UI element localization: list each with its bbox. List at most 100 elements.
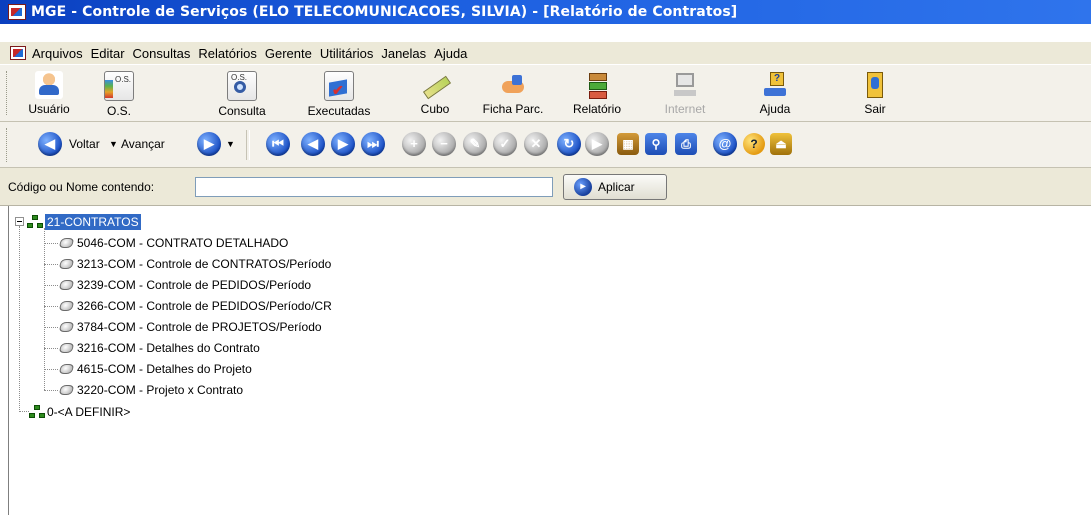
help-network-icon: ? xyxy=(761,71,789,99)
email-icon[interactable]: @ xyxy=(713,132,737,156)
tree-connector xyxy=(44,228,45,390)
report-shell-icon xyxy=(57,257,75,271)
sair-button[interactable]: Sair xyxy=(840,69,910,119)
search-icon[interactable]: ⚲ xyxy=(645,133,667,155)
tree-connector xyxy=(44,285,58,286)
tree-node-report[interactable]: 3216-COM - Detalhes do Contrato xyxy=(57,338,260,358)
filter-input[interactable] xyxy=(195,177,553,197)
next-record-icon[interactable]: ▶ xyxy=(331,132,355,156)
menu-bar: Arquivos Editar Consultas Relatórios Ger… xyxy=(0,42,1091,64)
tree-node-label: 3213-COM - Controle de CONTRATOS/Período xyxy=(77,257,332,271)
first-record-icon[interactable]: ⏮ xyxy=(266,132,290,156)
back-dropdown-icon[interactable]: ▼ xyxy=(109,139,118,149)
print-icon[interactable]: ⎙ xyxy=(675,133,697,155)
tree-node-label: 0-<A DEFINIR> xyxy=(47,405,131,419)
report-shell-icon xyxy=(57,278,75,292)
menu-relatorios[interactable]: Relatórios xyxy=(196,46,263,61)
tree-node-label: 3239-COM - Controle de PEDIDOS/Período xyxy=(77,278,312,292)
tree-node-label: 21-CONTRATOS xyxy=(45,214,141,230)
tree-node-report[interactable]: 3784-COM - Controle de PROJETOS/Período xyxy=(57,317,322,337)
refresh-icon[interactable]: ↻ xyxy=(557,132,581,156)
internet-button[interactable]: Internet xyxy=(650,69,720,119)
report-shell-icon xyxy=(57,383,75,397)
add-record-icon[interactable]: + xyxy=(402,132,426,156)
forward-button[interactable]: Avançar xyxy=(121,137,165,151)
calculator-icon[interactable]: ▦ xyxy=(617,133,639,155)
filter-label: Código ou Nome contendo: xyxy=(8,180,155,194)
title-bar: MGE - Controle de Serviços (ELO TELECOMU… xyxy=(0,0,1091,24)
report-shell-icon xyxy=(57,299,75,313)
tree-node-report[interactable]: 3213-COM - Controle de CONTRATOS/Período xyxy=(57,254,331,274)
remove-record-icon[interactable]: − xyxy=(432,132,456,156)
internet-computer-icon xyxy=(671,71,699,99)
tree-node-root[interactable]: 21-CONTRATOS xyxy=(27,212,141,232)
ajuda-button[interactable]: ? Ajuda xyxy=(740,69,810,119)
menu-utilitarios[interactable]: Utilitários xyxy=(318,46,379,61)
report-shell-icon xyxy=(57,236,75,250)
exit-door-icon xyxy=(861,71,889,99)
tree-connector xyxy=(44,390,58,391)
consulta-button[interactable]: O.S. Consulta xyxy=(207,69,277,119)
navigation-toolbar: ◀ Voltar ▼ Avançar ▶ ▼ ⏮ ◀ ▶ ⏭ + − ✎ ✓ ✕… xyxy=(0,122,1091,168)
relatorio-button[interactable]: Relatório xyxy=(562,69,632,119)
filter-bar: Código ou Nome contendo: ▸ Aplicar xyxy=(0,168,1091,206)
tree-node-label: 3266-COM - Controle de PEDIDOS/Período/C… xyxy=(77,299,332,313)
tree-connector xyxy=(19,226,20,410)
os-document-icon: O.S. xyxy=(104,71,134,101)
tree-connector xyxy=(44,369,58,370)
tree-node-report[interactable]: 3239-COM - Controle de PEDIDOS/Período xyxy=(57,275,311,295)
menu-editar[interactable]: Editar xyxy=(89,46,131,61)
apply-icon: ▸ xyxy=(574,178,592,196)
tree-node-label: 3220-COM - Projeto x Contrato xyxy=(77,383,244,397)
menu-arquivos[interactable]: Arquivos xyxy=(30,46,89,61)
menu-janelas[interactable]: Janelas xyxy=(379,46,432,61)
report-tree: 21-CONTRATOS 5046-COM - CONTRATO DETALHA… xyxy=(8,206,1091,515)
confirm-record-icon[interactable]: ✓ xyxy=(493,132,517,156)
tree-connector xyxy=(44,264,58,265)
last-record-icon[interactable]: ⏭ xyxy=(361,132,385,156)
back-arrow-icon[interactable]: ◀ xyxy=(38,132,62,156)
cancel-record-icon[interactable]: ✕ xyxy=(524,132,548,156)
tree-node-report[interactable]: 3220-COM - Projeto x Contrato xyxy=(57,380,243,400)
app-logo-icon xyxy=(8,4,26,20)
tree-node-second[interactable]: 0-<A DEFINIR> xyxy=(29,402,130,422)
usuario-button[interactable]: Usuário xyxy=(14,69,84,119)
window-title: MGE - Controle de Serviços (ELO TELECOMU… xyxy=(31,4,738,20)
executadas-button[interactable]: ✔ Executadas xyxy=(304,69,374,119)
tree-node-report[interactable]: 3266-COM - Controle de PEDIDOS/Período/C… xyxy=(57,296,332,316)
tree-node-report[interactable]: 4615-COM - Detalhes do Projeto xyxy=(57,359,252,379)
report-tree-icon xyxy=(583,71,611,99)
cubo-button[interactable]: Cubo xyxy=(400,69,470,119)
forward-dropdown-icon[interactable]: ▼ xyxy=(226,139,235,149)
os-button[interactable]: O.S. O.S. xyxy=(84,69,154,119)
report-shell-icon xyxy=(57,320,75,334)
tree-connector xyxy=(19,411,29,412)
consulta-magnifier-icon: O.S. xyxy=(227,71,257,101)
menu-consultas[interactable]: Consultas xyxy=(131,46,197,61)
ficha-parc-button[interactable]: Ficha Parc. xyxy=(478,69,548,119)
exit-icon[interactable]: ⏏ xyxy=(770,133,792,155)
tree-node-label: 4615-COM - Detalhes do Projeto xyxy=(77,362,252,376)
tree-node-report[interactable]: 5046-COM - CONTRATO DETALHADO xyxy=(57,233,288,253)
menu-gerente[interactable]: Gerente xyxy=(263,46,318,61)
users-icon xyxy=(35,71,63,99)
toolbar-separator xyxy=(246,130,250,160)
tree-collapse-toggle[interactable] xyxy=(15,217,24,226)
back-button[interactable]: Voltar xyxy=(69,137,100,151)
network-icon xyxy=(27,215,43,229)
forward-arrow-icon[interactable]: ▶ xyxy=(197,132,221,156)
report-shell-icon xyxy=(57,341,75,355)
edit-record-icon[interactable]: ✎ xyxy=(463,132,487,156)
toolbar-grip[interactable] xyxy=(6,128,10,162)
menu-ajuda[interactable]: Ajuda xyxy=(432,46,473,61)
network-icon xyxy=(29,405,45,419)
apply-label: Aplicar xyxy=(598,180,635,194)
apply-button[interactable]: ▸ Aplicar xyxy=(563,174,667,200)
play-icon[interactable]: ▶ xyxy=(585,132,609,156)
help-icon[interactable]: ? xyxy=(743,133,765,155)
toolbar-grip[interactable] xyxy=(6,71,10,115)
main-toolbar: Usuário O.S. O.S. O.S. Consulta ✔ Execut… xyxy=(0,64,1091,122)
mdi-child-icon[interactable] xyxy=(10,46,26,60)
previous-record-icon[interactable]: ◀ xyxy=(301,132,325,156)
report-shell-icon xyxy=(57,362,75,376)
